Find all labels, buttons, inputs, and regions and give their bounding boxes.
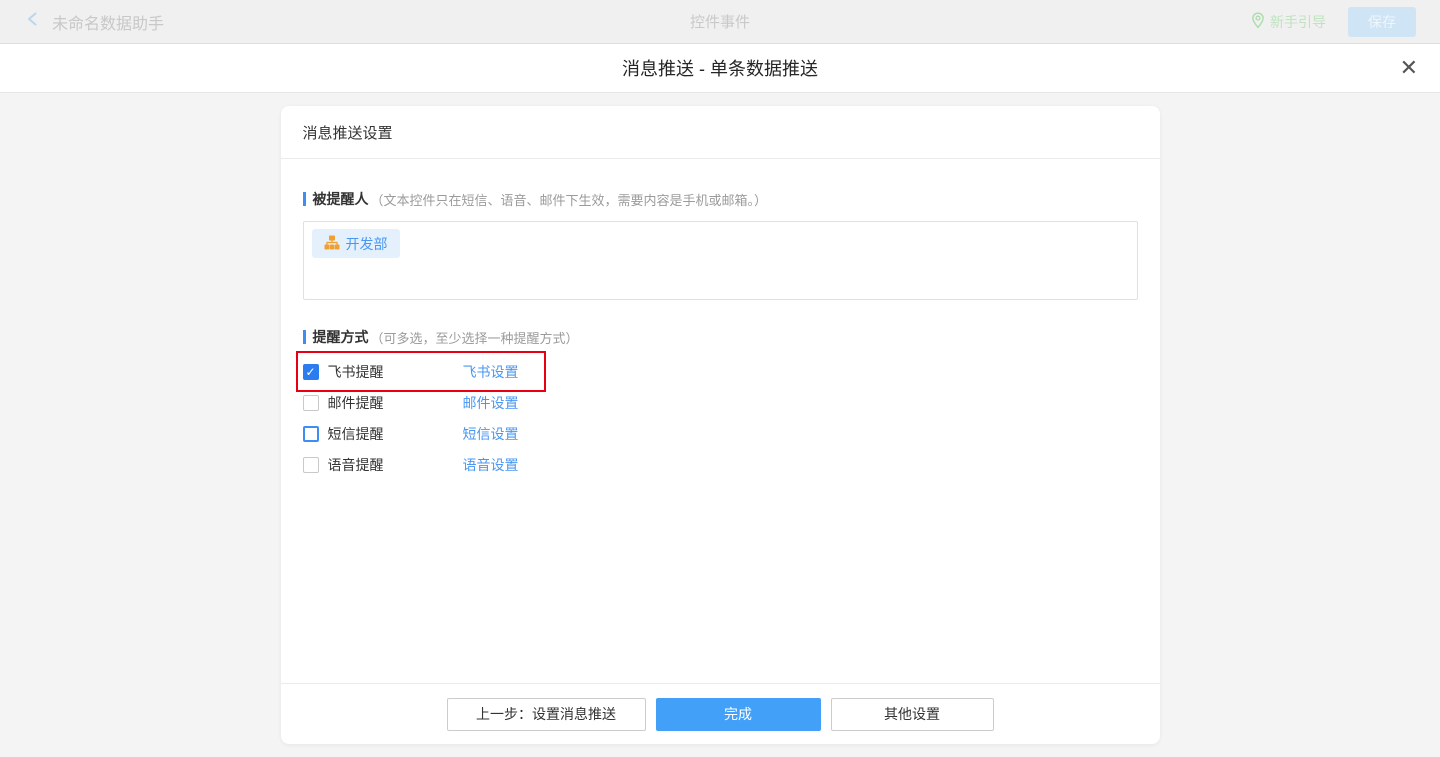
settings-card: 消息推送设置 被提醒人 （文本控件只在短信、语音、邮件下生效，需要内容是手机或邮… [280, 106, 1160, 744]
method-hint: （可多选，至少选择一种提醒方式） [370, 330, 579, 346]
card-footer: 上一步：设置消息推送 完成 其他设置 [280, 683, 1160, 744]
done-button[interactable]: 完成 [655, 697, 821, 731]
reminder-option-row: 邮件提醒 邮件设置 [302, 387, 843, 418]
reminder-option-row: 飞书提醒 飞书设置 [295, 351, 843, 392]
recipient-tag[interactable]: 开发部 [311, 229, 400, 258]
save-button[interactable]: 保存 [1348, 6, 1416, 37]
top-app-bar: 未命名数据助手 控件事件 新手引导 保存 [0, 0, 1440, 44]
newbie-guide-label: 新手引导 [1270, 13, 1326, 30]
app-title: 未命名数据助手 [52, 15, 165, 33]
modal-header: 消息推送 - 单条数据推送 ✕ [0, 44, 1440, 93]
page-title: 控件事件 [689, 14, 750, 31]
org-chart-icon [324, 235, 340, 253]
reminder-checkbox[interactable] [302, 456, 319, 473]
reminder-settings-link[interactable]: 短信设置 [463, 424, 519, 444]
recipient-hint: （文本控件只在短信、语音、邮件下生效，需要内容是手机或邮箱。） [370, 192, 768, 208]
reminder-settings-link[interactable]: 飞书设置 [463, 362, 519, 382]
reminder-checkbox[interactable] [302, 363, 319, 380]
back-button[interactable] [24, 10, 42, 33]
recipient-tag-label: 开发部 [345, 235, 388, 252]
modal-title: 消息推送 - 单条数据推送 [622, 59, 818, 79]
previous-step-button[interactable]: 上一步：设置消息推送 [446, 697, 646, 731]
recipient-label: 被提醒人 [312, 191, 369, 207]
reminder-option-row: 语音提醒 语音设置 [302, 449, 843, 480]
reminder-options-list: 飞书提醒 飞书设置 邮件提醒 邮件设置 [295, 351, 1138, 480]
reminder-option-label: 短信提醒 [327, 425, 384, 442]
recipient-section-label: 被提醒人 （文本控件只在短信、语音、邮件下生效，需要内容是手机或邮箱。） [302, 189, 1138, 209]
recipient-box[interactable]: 开发部 [302, 221, 1138, 300]
reminder-option-label: 语音提醒 [327, 456, 384, 473]
other-settings-button[interactable]: 其他设置 [830, 697, 994, 731]
reminder-settings-link[interactable]: 邮件设置 [463, 393, 519, 413]
method-section-label: 提醒方式 （可多选，至少选择一种提醒方式） [302, 327, 1138, 347]
reminder-checkbox[interactable] [302, 425, 319, 442]
chevron-left-icon [24, 10, 42, 33]
reminder-checkbox[interactable] [302, 394, 319, 411]
section-marker [302, 330, 306, 344]
card-title: 消息推送设置 [280, 106, 1160, 159]
newbie-guide-button[interactable]: 新手引导 [1251, 11, 1326, 32]
method-label: 提醒方式 [312, 329, 369, 345]
reminder-option-label: 飞书提醒 [327, 363, 384, 380]
reminder-settings-link[interactable]: 语音设置 [463, 455, 519, 475]
reminder-option-label: 邮件提醒 [327, 394, 384, 411]
close-icon[interactable]: ✕ [1400, 57, 1418, 79]
location-pin-icon [1251, 11, 1265, 32]
reminder-option-row: 短信提醒 短信设置 [302, 418, 843, 449]
section-marker [302, 192, 306, 206]
modal-content: 消息推送设置 被提醒人 （文本控件只在短信、语音、邮件下生效，需要内容是手机或邮… [0, 93, 1440, 757]
